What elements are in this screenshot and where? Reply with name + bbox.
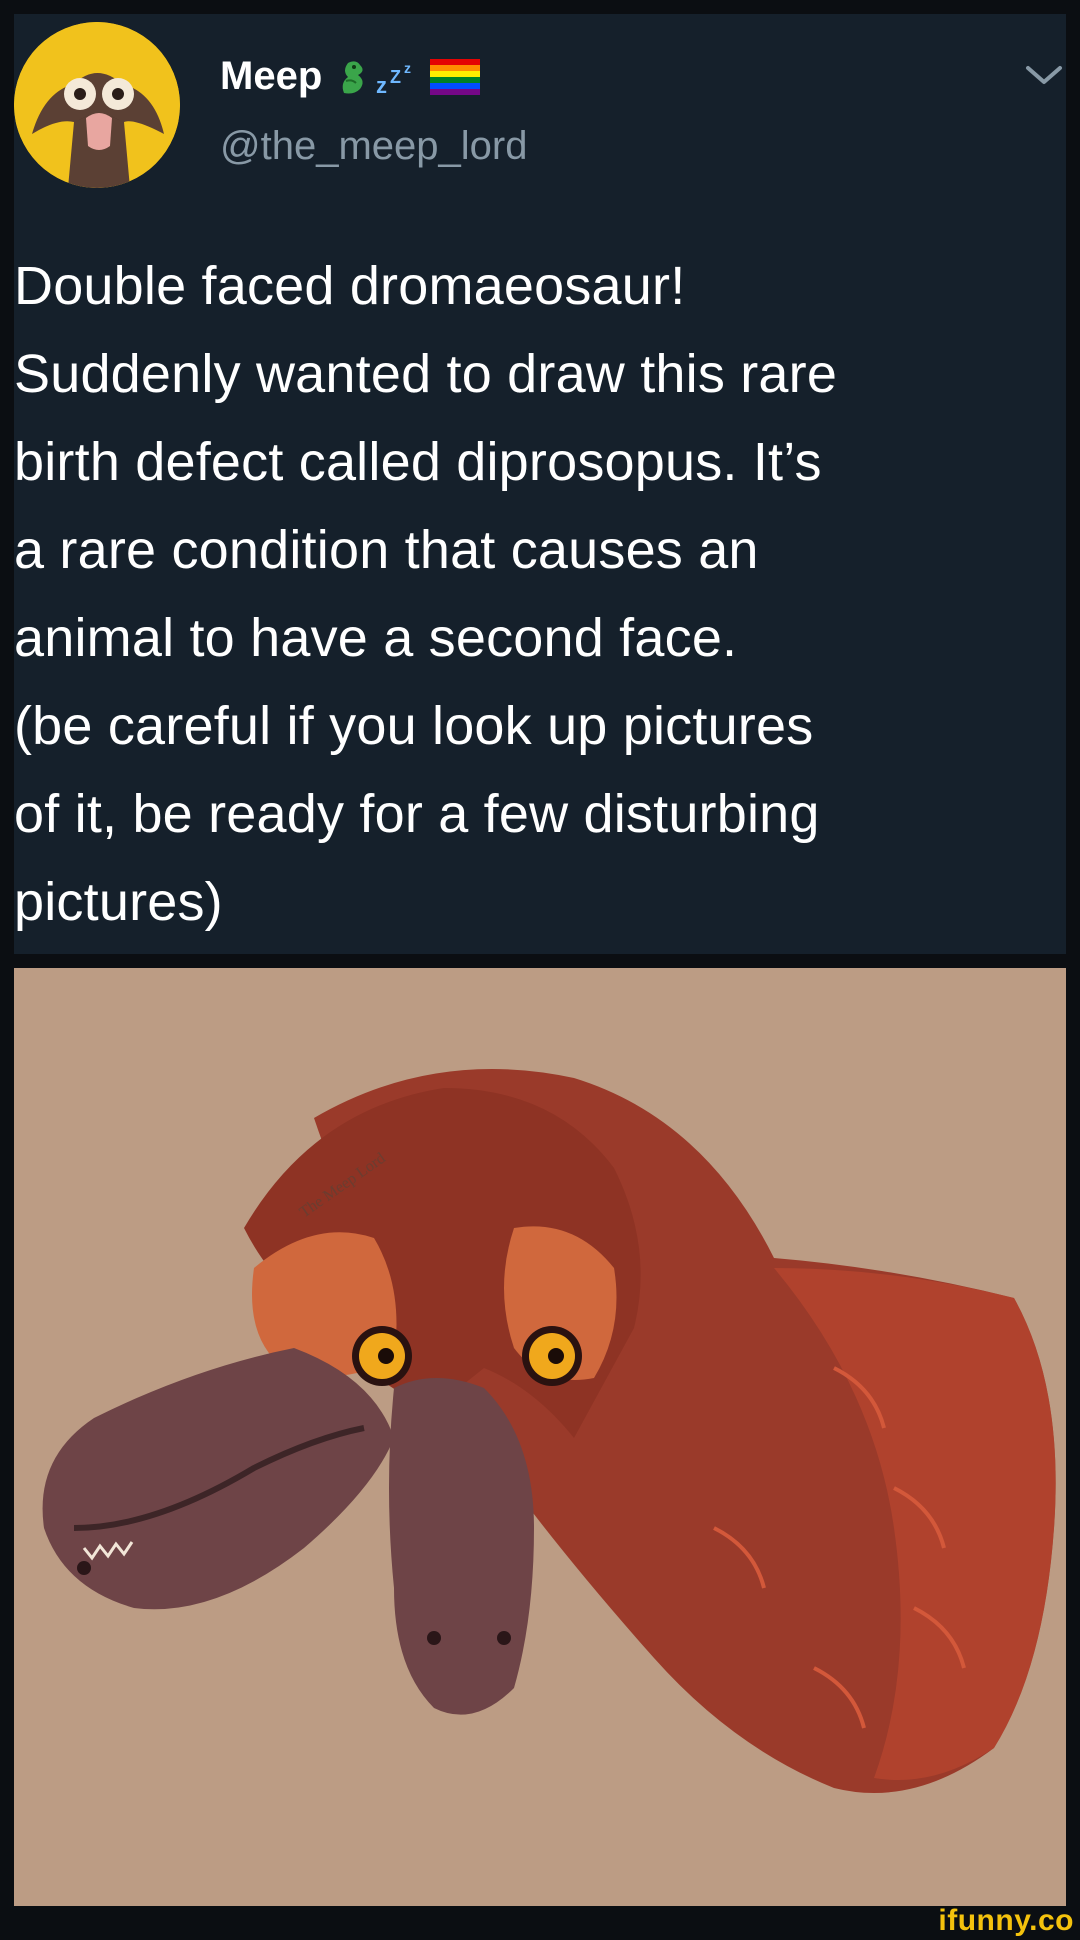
svg-text:z: z [376, 73, 387, 97]
display-name[interactable]: Meep [220, 54, 322, 99]
rainbow-flag-emoji-icon [430, 58, 481, 95]
ifunny-watermark: ifunny.co [938, 1904, 1074, 1937]
svg-text:Z: Z [390, 67, 401, 87]
dinosaur-illustration: The Meep Lord [14, 968, 1066, 1906]
display-name-row[interactable]: Meep z Z z [220, 54, 481, 99]
chevron-down-icon[interactable] [1022, 60, 1066, 90]
tweet-text: Double faced dromaeosaur! Suddenly wante… [14, 256, 838, 932]
tweet-card: Meep z Z z @the_meep_lord Double faced d… [14, 14, 1066, 954]
tweet-image[interactable]: The Meep Lord [14, 968, 1066, 1906]
name-emojis: z Z z [338, 57, 481, 97]
avatar[interactable] [14, 22, 180, 188]
dragon-emoji-icon [342, 60, 363, 93]
zzz-emoji-icon: z Z z [376, 60, 411, 97]
user-handle[interactable]: @the_meep_lord [220, 124, 527, 169]
svg-text:z: z [404, 60, 411, 76]
footer-bar: ifunny.co [0, 1904, 1080, 1940]
